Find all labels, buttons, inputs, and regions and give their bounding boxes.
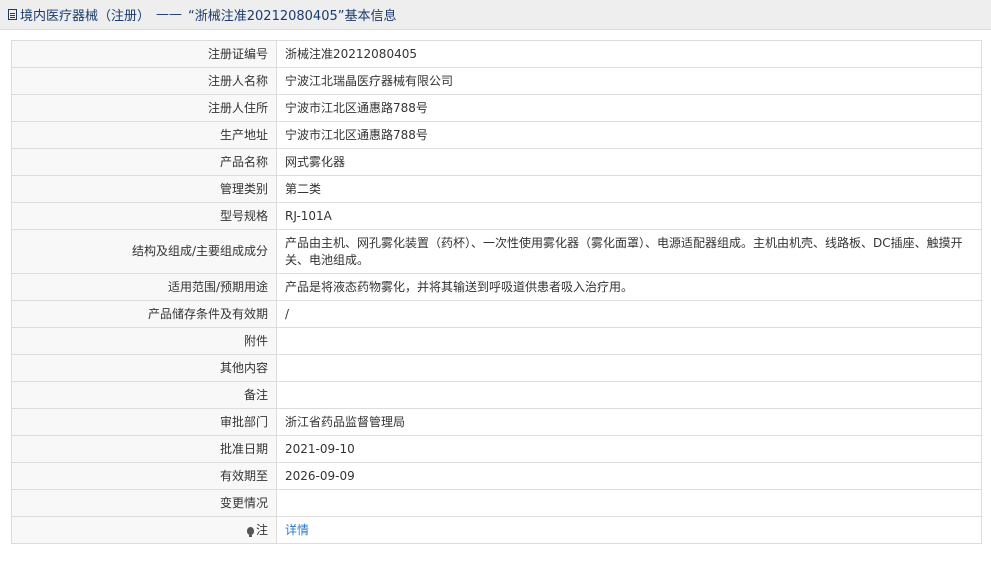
note-label-cell: 注 xyxy=(11,516,277,544)
row-value: 2021-09-10 xyxy=(276,435,982,463)
details-link[interactable]: 详情 xyxy=(285,523,309,537)
row-value: 产品由主机、网孔雾化装置（药杯）、一次性使用雾化器（雾化面罩）、电源适配器组成。… xyxy=(276,229,982,274)
row-label: 结构及组成/主要组成成分 xyxy=(11,229,277,274)
table-row: 注册人名称 宁波江北瑞晶医疗器械有限公司 xyxy=(11,67,982,95)
table-row: 审批部门 浙江省药品监督管理局 xyxy=(11,408,982,436)
row-label: 备注 xyxy=(11,381,277,409)
header-title: “浙械注准20212080405”基本信息 xyxy=(188,9,397,24)
row-label: 其他内容 xyxy=(11,354,277,382)
table-row: 有效期至 2026-09-09 xyxy=(11,462,982,490)
table-row: 结构及组成/主要组成成分 产品由主机、网孔雾化装置（药杯）、一次性使用雾化器（雾… xyxy=(11,229,982,274)
table-row: 适用范围/预期用途 产品是将液态药物雾化，并将其输送到呼吸道供患者吸入治疗用。 xyxy=(11,273,982,301)
table-row: 管理类别 第二类 xyxy=(11,175,982,203)
row-value xyxy=(276,354,982,382)
row-label: 批准日期 xyxy=(11,435,277,463)
row-label: 型号规格 xyxy=(11,202,277,230)
row-value: 宁波市江北区通惠路788号 xyxy=(276,121,982,149)
row-value: 2026-09-09 xyxy=(276,462,982,490)
row-value: 产品是将液态药物雾化，并将其输送到呼吸道供患者吸入治疗用。 xyxy=(276,273,982,301)
table-row: 型号规格 RJ-101A xyxy=(11,202,982,230)
table-row: 批准日期 2021-09-10 xyxy=(11,435,982,463)
page-header: 境内医疗器械（注册） —— “浙械注准20212080405”基本信息 xyxy=(0,0,991,30)
table-row: 附件 xyxy=(11,327,982,355)
row-value: RJ-101A xyxy=(276,202,982,230)
table-row: 注册证编号 浙械注准20212080405 xyxy=(11,40,982,68)
table-row: 变更情况 xyxy=(11,489,982,517)
header-separator: —— xyxy=(156,7,183,22)
table-row: 其他内容 xyxy=(11,354,982,382)
table-row: 注册人住所 宁波市江北区通惠路788号 xyxy=(11,94,982,122)
row-label: 变更情况 xyxy=(11,489,277,517)
bulb-icon xyxy=(246,526,254,537)
row-value xyxy=(276,381,982,409)
row-label: 审批部门 xyxy=(11,408,277,436)
row-value xyxy=(276,327,982,355)
info-table-wrapper: 注册证编号 浙械注准20212080405 注册人名称 宁波江北瑞晶医疗器械有限… xyxy=(11,40,982,544)
document-icon xyxy=(8,9,17,20)
header-category: 境内医疗器械（注册） xyxy=(20,9,151,24)
row-label: 适用范围/预期用途 xyxy=(11,273,277,301)
table-row: 产品名称 网式雾化器 xyxy=(11,148,982,176)
row-label: 附件 xyxy=(11,327,277,355)
row-label: 注册人住所 xyxy=(11,94,277,122)
note-row: 注 详情 xyxy=(11,516,982,544)
row-value: 宁波市江北区通惠路788号 xyxy=(276,94,982,122)
row-value: 浙江省药品监督管理局 xyxy=(276,408,982,436)
row-label: 注册证编号 xyxy=(11,40,277,68)
row-value: 浙械注准20212080405 xyxy=(276,40,982,68)
note-label: 注 xyxy=(255,522,268,537)
row-value: 网式雾化器 xyxy=(276,148,982,176)
row-label: 有效期至 xyxy=(11,462,277,490)
info-table: 注册证编号 浙械注准20212080405 注册人名称 宁波江北瑞晶医疗器械有限… xyxy=(11,40,982,544)
row-label: 管理类别 xyxy=(11,175,277,203)
row-label: 产品储存条件及有效期 xyxy=(11,300,277,328)
table-row: 产品储存条件及有效期 / xyxy=(11,300,982,328)
row-value xyxy=(276,489,982,517)
table-row: 生产地址 宁波市江北区通惠路788号 xyxy=(11,121,982,149)
row-value: / xyxy=(276,300,982,328)
row-label: 生产地址 xyxy=(11,121,277,149)
row-value: 第二类 xyxy=(276,175,982,203)
row-label: 注册人名称 xyxy=(11,67,277,95)
row-label: 产品名称 xyxy=(11,148,277,176)
row-value: 宁波江北瑞晶医疗器械有限公司 xyxy=(276,67,982,95)
table-row: 备注 xyxy=(11,381,982,409)
note-value-cell: 详情 xyxy=(276,516,982,544)
